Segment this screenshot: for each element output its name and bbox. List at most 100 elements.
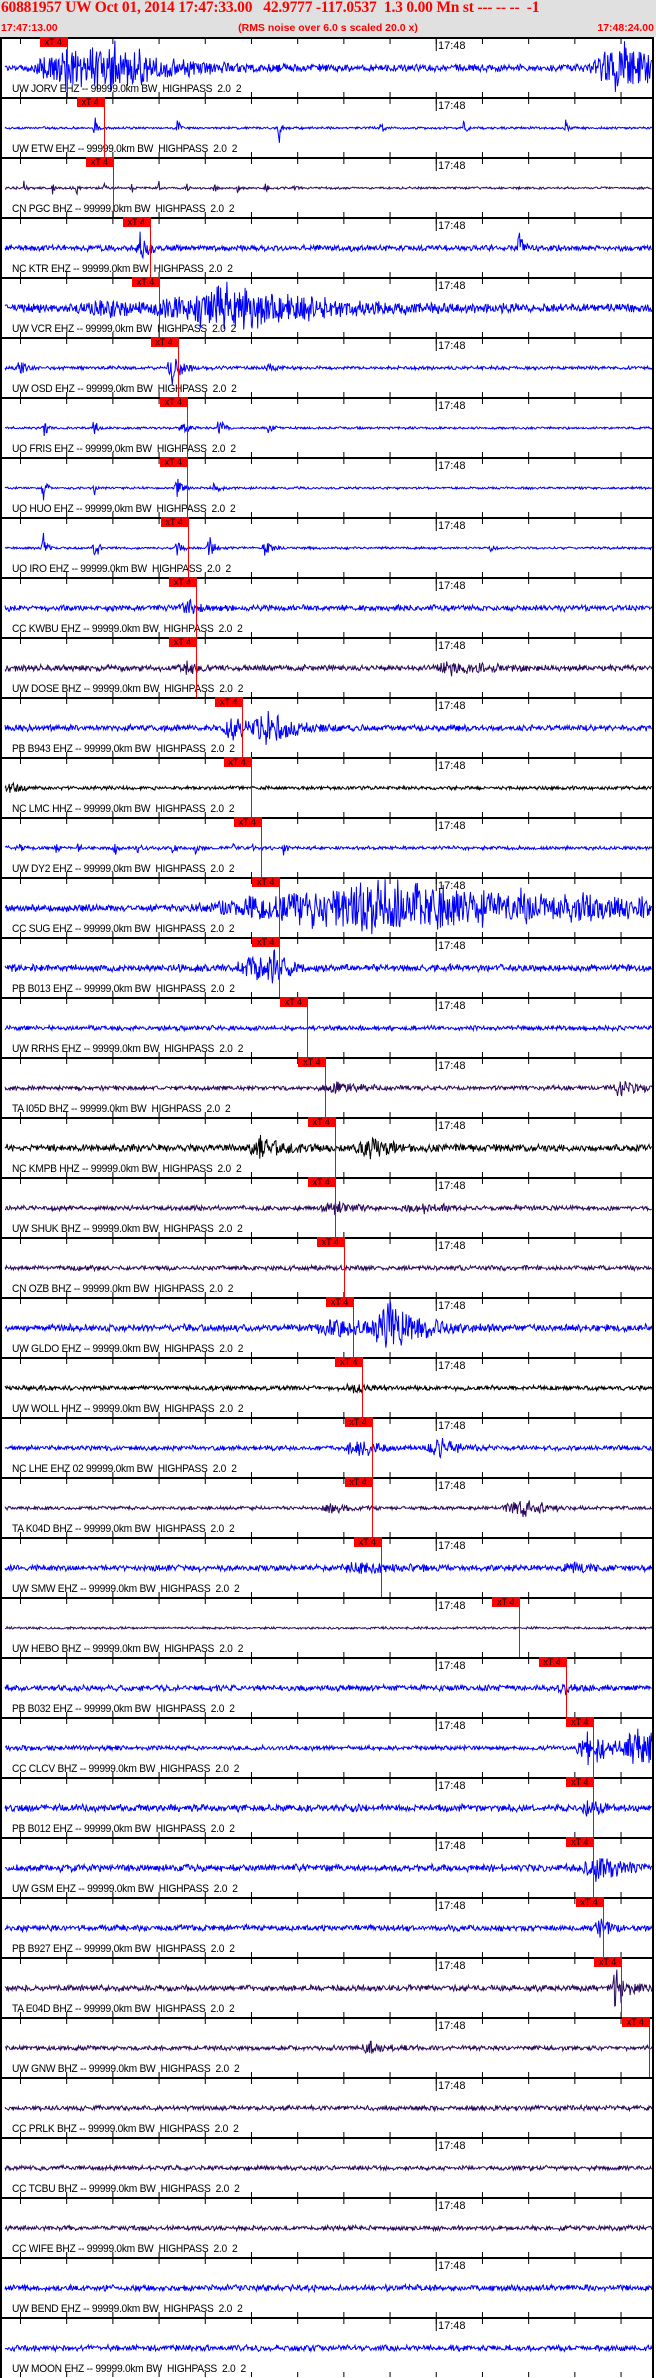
pick-marker[interactable]: xT 4 — [594, 1957, 622, 1967]
waveform — [4, 358, 653, 385]
waveform — [4, 532, 653, 556]
pick-line[interactable] — [149, 217, 151, 277]
pick-line[interactable] — [66, 37, 68, 97]
pick-line[interactable] — [353, 1297, 355, 1357]
trace-separator — [2, 577, 654, 579]
waveform — [4, 949, 652, 984]
pick-marker[interactable]: xT 4 — [566, 1777, 594, 1787]
pick-line[interactable] — [242, 697, 244, 757]
pick-line[interactable] — [334, 1117, 336, 1177]
trace-row: 17:48 PB B032 EHZ -- 99999.0km BW HIGHPAS… — [2, 1657, 656, 1717]
pick-line[interactable] — [380, 1537, 382, 1597]
pick-line[interactable] — [371, 1477, 373, 1537]
pick-marker[interactable]: xT 4 — [215, 697, 243, 707]
pick-marker[interactable]: xT 4 — [344, 1477, 372, 1487]
pick-line[interactable] — [187, 517, 189, 577]
right-border — [652, 37, 654, 2378]
pick-line[interactable] — [593, 1717, 595, 1777]
pick-line[interactable] — [260, 817, 262, 877]
pick-line[interactable] — [103, 97, 105, 157]
pick-line[interactable] — [177, 337, 179, 397]
pick-line[interactable] — [159, 277, 161, 337]
trace-row: 17:48 UW JORV EHZ -- 99999.0km BW HIGHPAS… — [2, 37, 656, 97]
waveform — [4, 710, 652, 745]
pick-marker[interactable]: xT 4 — [233, 817, 261, 827]
waveform — [4, 660, 653, 677]
pick-marker[interactable]: xT 4 — [279, 997, 307, 1007]
waveform — [4, 2103, 653, 2113]
trace-separator — [2, 637, 654, 639]
pick-marker[interactable]: xT 4 — [307, 1177, 335, 1187]
pick-line[interactable] — [593, 1837, 595, 1897]
waveform — [4, 180, 652, 196]
pick-marker[interactable]: xT 4 — [335, 1357, 363, 1367]
pick-line[interactable] — [196, 577, 198, 637]
pick-line[interactable] — [196, 637, 198, 697]
start-time: 17:47:13.00 — [1, 22, 58, 34]
trace-separator — [2, 1537, 654, 1539]
trace-row: 17:48 UO IRO EHZ -- 99999.0km BW HIGHPASS… — [2, 517, 656, 577]
pick-line[interactable] — [343, 1237, 345, 1297]
pick-marker[interactable]: xT 4 — [316, 1237, 344, 1247]
pick-marker[interactable]: xT 4 — [150, 337, 178, 347]
pick-marker[interactable]: xT 4 — [122, 217, 150, 227]
pick-line[interactable] — [306, 997, 308, 1057]
pick-marker[interactable]: xT 4 — [76, 97, 104, 107]
pick-marker[interactable]: xT 4 — [353, 1537, 381, 1547]
waveform — [4, 1918, 653, 1938]
pick-line[interactable] — [565, 1657, 567, 1717]
pick-line[interactable] — [648, 2017, 650, 2077]
pick-marker[interactable]: xT 4 — [169, 577, 197, 587]
station-label: UW GNW BHZ -- 99999.0km BW HIGHPASS 2.0 … — [12, 2063, 240, 2075]
waveform — [4, 420, 653, 437]
pick-marker[interactable]: xT 4 — [132, 277, 160, 287]
pick-marker[interactable]: xT 4 — [159, 457, 187, 467]
pick-line[interactable] — [621, 1957, 623, 2017]
pick-line[interactable] — [519, 1597, 521, 1657]
trace-row: 17:48 NC LHE EHZ 02 99999.0km BW HIGHPASS… — [2, 1417, 656, 1477]
pick-line[interactable] — [112, 157, 114, 217]
pick-line[interactable] — [325, 1057, 327, 1117]
trace-separator — [2, 397, 654, 399]
pick-marker[interactable]: xT 4 — [326, 1297, 354, 1307]
trace-separator — [2, 1597, 654, 1599]
waveform — [4, 1969, 653, 2007]
pick-marker[interactable]: xT 4 — [159, 397, 187, 407]
pick-marker[interactable]: xT 4 — [252, 937, 280, 947]
pick-marker[interactable]: xT 4 — [492, 1597, 520, 1607]
pick-line[interactable] — [279, 937, 281, 997]
pick-marker[interactable]: xT 4 — [575, 1897, 603, 1907]
pick-line[interactable] — [593, 1777, 595, 1837]
trace-row: 17:48 UW DOSE BHZ -- 99999.0km BW HIGHPAS… — [2, 637, 656, 697]
pick-marker[interactable]: xT 4 — [344, 1417, 372, 1427]
pick-line[interactable] — [334, 1177, 336, 1237]
waveform — [4, 1728, 653, 1766]
pick-line[interactable] — [279, 877, 281, 937]
minute-label: 17:48 — [438, 340, 466, 352]
minute-label: 17:48 — [438, 2200, 466, 2212]
pick-line[interactable] — [362, 1357, 364, 1417]
pick-line[interactable] — [186, 397, 188, 457]
trace-row: 17:48 TA K04D BHZ -- 99999.0km BW HIGHPAS… — [2, 1477, 656, 1537]
pick-marker[interactable]: xT 4 — [85, 157, 113, 167]
pick-marker[interactable]: xT 4 — [223, 757, 251, 767]
waveform — [4, 2282, 653, 2294]
minute-label: 17:48 — [438, 1660, 466, 1672]
pick-marker[interactable]: xT 4 — [298, 1057, 326, 1067]
station-label: UW WOLL HHZ -- 99999.0km BW HIGHPASS 2.0… — [12, 1403, 244, 1415]
pick-marker[interactable]: xT 4 — [566, 1837, 594, 1847]
pick-marker[interactable]: xT 4 — [39, 37, 67, 47]
pick-marker[interactable]: xT 4 — [538, 1657, 566, 1667]
pick-line[interactable] — [250, 757, 252, 817]
trace-row: 17:48 PB B927 EHZ -- 99999.0km BW HIGHPAS… — [2, 1897, 656, 1957]
pick-marker[interactable]: xT 4 — [160, 517, 188, 527]
pick-marker[interactable]: xT 4 — [621, 2017, 649, 2027]
pick-marker[interactable]: xT 4 — [566, 1717, 594, 1727]
pick-line[interactable] — [602, 1897, 604, 1957]
pick-marker[interactable]: xT 4 — [169, 637, 197, 647]
pick-line[interactable] — [186, 457, 188, 517]
trace-row: 17:48 NC KMPB HHZ -- 99999.0km BW HIGHPAS… — [2, 1117, 656, 1177]
pick-marker[interactable]: xT 4 — [307, 1117, 335, 1127]
pick-marker[interactable]: xT 4 — [252, 877, 280, 887]
pick-line[interactable] — [371, 1417, 373, 1477]
